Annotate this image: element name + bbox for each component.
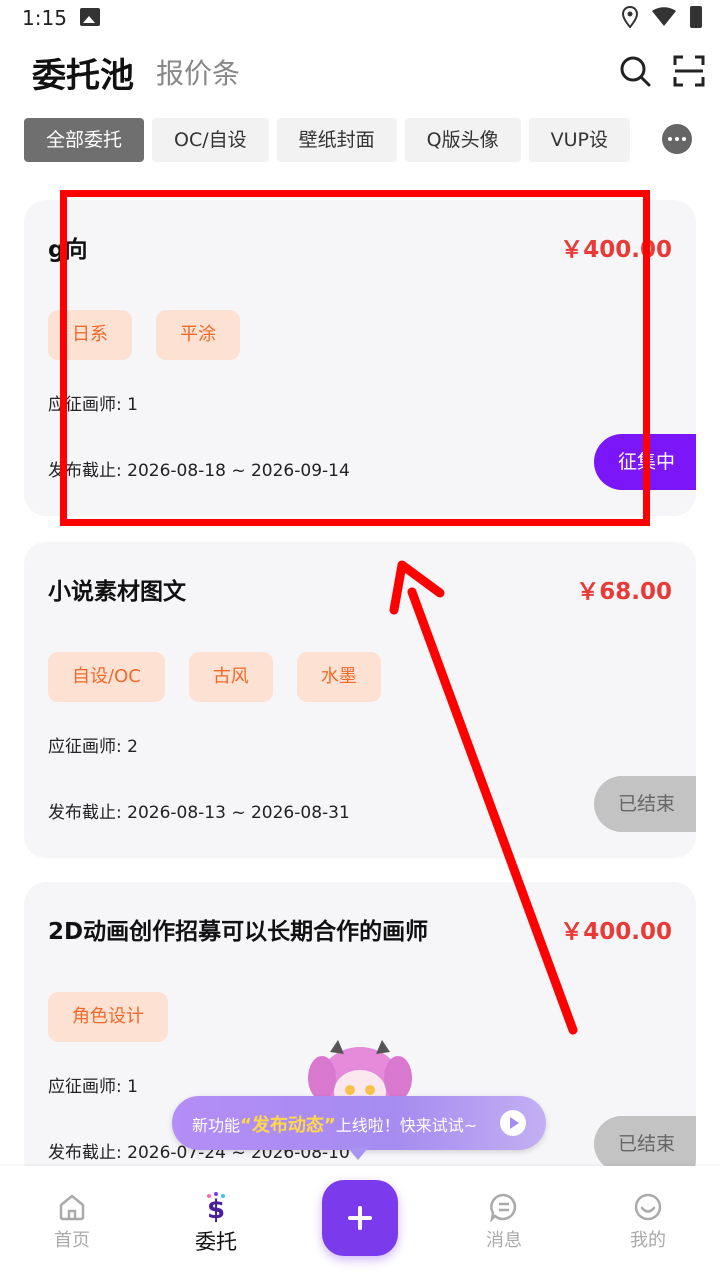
applicant-count: 应征画师: 1	[48, 395, 138, 415]
battery-icon	[690, 6, 702, 28]
promo-banner[interactable]: 新功能“发布动态”上线啦！快来试试~	[172, 1096, 546, 1150]
status-time: 1:15	[22, 6, 67, 30]
category-tabs: 全部委托 OC/自设 壁纸封面 Q版头像 VUP设	[24, 118, 644, 162]
tab-chibi-avatar[interactable]: Q版头像	[404, 118, 521, 162]
tag: 日系	[48, 310, 132, 360]
commission-card[interactable]: g向 ￥400.00 日系 平涂 应征画师: 1 发布截止: 2026-08-1…	[24, 200, 696, 516]
image-notification-icon	[80, 8, 100, 26]
page-title[interactable]: 委托池	[32, 48, 134, 97]
scan-icon[interactable]	[672, 54, 706, 88]
card-tags: 自设/OC 古风 水墨	[48, 652, 381, 702]
tag: 古风	[188, 652, 273, 702]
applicant-count: 应征画师: 2	[48, 737, 138, 757]
more-categories-icon[interactable]	[662, 124, 692, 154]
status-bar: 1:15	[0, 0, 720, 36]
bottom-nav: 首页 $ 委托 消息 我的	[0, 1166, 720, 1280]
status-badge[interactable]: 已结束	[594, 1116, 696, 1172]
svg-text:$: $	[207, 1195, 225, 1222]
quote-tab[interactable]: 报价条	[156, 52, 240, 92]
message-icon	[490, 1193, 517, 1222]
tag: 角色设计	[48, 992, 168, 1042]
commission-card[interactable]: 小说素材图文 ￥68.00 自设/OC 古风 水墨 应征画师: 2 发布截止: …	[24, 542, 696, 858]
nav-mine-label: 我的	[630, 1230, 666, 1251]
status-badge[interactable]: 已结束	[594, 776, 696, 832]
applicant-count: 应征画师: 1	[48, 1077, 138, 1097]
nav-home[interactable]: 首页	[27, 1192, 117, 1252]
nav-mine[interactable]: 我的	[603, 1192, 693, 1252]
tag: 水墨	[296, 652, 381, 702]
dollar-icon: $	[207, 1192, 225, 1222]
tag: 自设/OC	[48, 652, 165, 702]
nav-home-label: 首页	[54, 1230, 90, 1251]
deadline: 发布截止: 2026-08-18 ~ 2026-09-14	[48, 461, 350, 481]
tab-wallpaper[interactable]: 壁纸封面	[276, 118, 397, 162]
deadline: 发布截止: 2026-08-13 ~ 2026-08-31	[48, 803, 350, 823]
card-price: ￥68.00	[576, 579, 672, 605]
status-icons	[622, 6, 702, 28]
card-title: 2D动画创作招募可以长期合作的画师	[48, 919, 429, 945]
card-price: ￥400.00	[560, 919, 672, 945]
search-icon[interactable]	[618, 54, 652, 88]
tab-oc[interactable]: OC/自设	[152, 118, 269, 162]
tab-all[interactable]: 全部委托	[24, 118, 145, 162]
promo-pointer	[348, 1148, 368, 1160]
location-icon	[622, 6, 638, 28]
smile-icon	[634, 1193, 662, 1221]
header: 委托池 报价条	[0, 40, 720, 100]
nav-commission[interactable]: $ 委托	[171, 1192, 261, 1256]
tab-vup[interactable]: VUP设	[528, 118, 630, 162]
card-title: g向	[48, 237, 88, 263]
play-icon[interactable]	[500, 1110, 526, 1136]
card-price: ￥400.00	[560, 237, 672, 263]
wifi-icon	[652, 7, 676, 26]
nav-commission-label: 委托	[195, 1230, 237, 1254]
promo-highlight: “发布动态”	[240, 1115, 336, 1136]
card-tags: 日系 平涂	[48, 310, 240, 360]
tag: 平涂	[156, 310, 240, 360]
home-icon	[59, 1194, 85, 1221]
card-tags: 角色设计	[48, 992, 168, 1042]
card-title: 小说素材图文	[48, 579, 186, 605]
nav-messages[interactable]: 消息	[459, 1192, 549, 1252]
nav-messages-label: 消息	[486, 1230, 522, 1251]
status-badge[interactable]: 征集中	[594, 434, 696, 490]
promo-text: 新功能“发布动态”上线啦！快来试试~	[192, 1115, 478, 1136]
add-button[interactable]	[322, 1180, 398, 1256]
